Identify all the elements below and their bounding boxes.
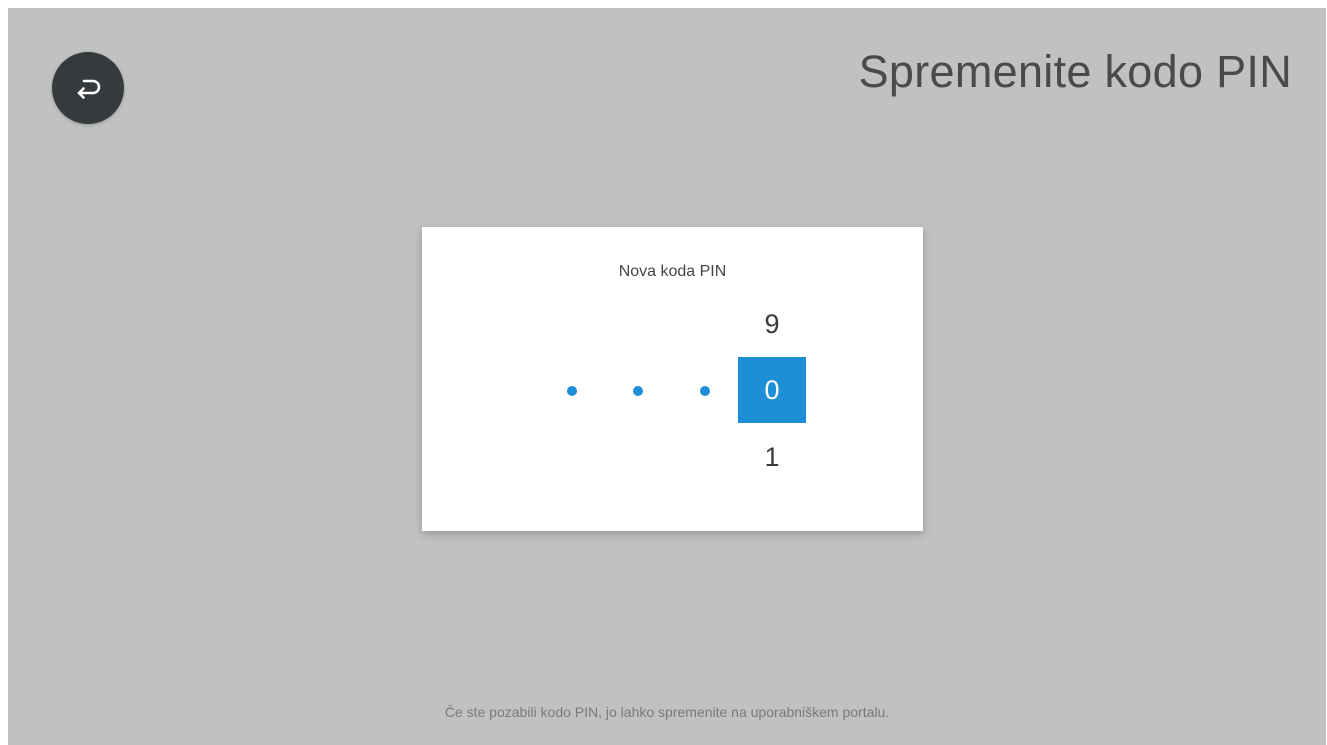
- page-title: Spremenite kodo PIN: [858, 46, 1292, 97]
- digit-next[interactable]: 1: [738, 442, 806, 473]
- screen: Spremenite kodo PIN Nova koda PIN 9 0 1 …: [8, 8, 1326, 745]
- digit-current[interactable]: 0: [738, 357, 806, 423]
- back-button[interactable]: [52, 52, 124, 124]
- digit-previous[interactable]: 9: [738, 309, 806, 340]
- return-arrow-icon: [77, 79, 101, 99]
- pin-dialog: Nova koda PIN 9 0 1: [422, 227, 923, 531]
- pin-dot-2: [633, 386, 643, 396]
- pin-dot-1: [567, 386, 577, 396]
- pin-label: Nova koda PIN: [618, 263, 727, 280]
- forgot-pin-hint: Če ste pozabili kodo PIN, jo lahko sprem…: [444, 704, 890, 720]
- pin-dot-3: [700, 386, 710, 396]
